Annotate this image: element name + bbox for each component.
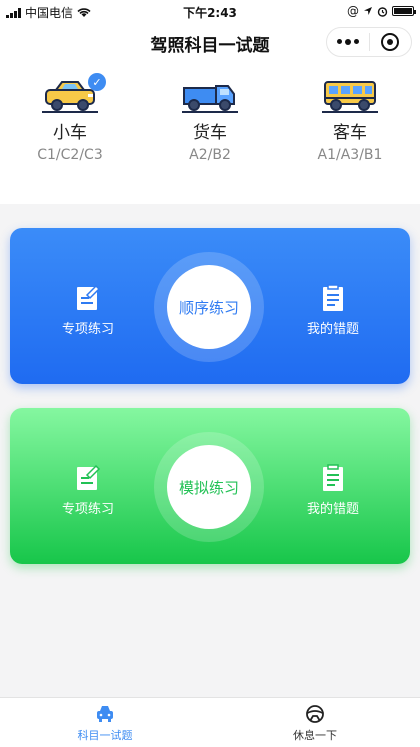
vehicle-license: A1/A3/B1 xyxy=(317,147,383,163)
edit-note-icon xyxy=(77,464,101,490)
special-practice-label: 专项练习 xyxy=(61,502,114,517)
at-icon: @ xyxy=(347,4,359,18)
sequence-practice-card: 专项练习 顺序练习 我的错题 xyxy=(10,228,410,384)
special-practice-button[interactable]: 专项练习 xyxy=(43,284,133,337)
miniprogram-capsule xyxy=(326,27,412,57)
special-practice-button[interactable]: 专项练习 xyxy=(43,464,133,517)
sequence-hub: 顺序练习 xyxy=(154,252,264,362)
tab-bar: 科目一试题 休息一下 xyxy=(0,697,420,747)
vehicle-bus[interactable]: 客车 A1/A3/B1 xyxy=(280,62,420,204)
steering-wheel-icon xyxy=(306,704,324,723)
clipboard-icon xyxy=(323,464,343,491)
selected-check-icon: ✓ xyxy=(88,73,106,91)
truck-icon xyxy=(182,85,238,113)
bus-icon xyxy=(322,81,378,113)
my-mistakes-button[interactable]: 我的错题 xyxy=(288,464,378,517)
vehicle-name: 小车 xyxy=(53,123,87,143)
my-mistakes-label: 我的错题 xyxy=(306,502,359,517)
tab-label: 科目一试题 xyxy=(77,728,133,742)
more-button[interactable] xyxy=(327,28,369,56)
status-bar: 中国电信 下午2:43 @ xyxy=(0,0,420,22)
my-mistakes-button[interactable]: 我的错题 xyxy=(288,284,378,337)
vehicle-name: 客车 xyxy=(333,123,367,143)
tab-exam-questions[interactable]: 科目一试题 xyxy=(0,698,210,747)
more-icon xyxy=(336,39,359,45)
mock-exam-card: 专项练习 模拟练习 我的错题 xyxy=(10,408,410,564)
vehicle-name: 货车 xyxy=(193,123,227,143)
battery-icon xyxy=(392,6,416,16)
status-right: @ xyxy=(347,4,416,18)
location-icon xyxy=(364,7,372,15)
close-miniprogram-button[interactable] xyxy=(370,28,412,56)
vehicle-car[interactable]: ✓ 小车 C1/C2/C3 xyxy=(0,62,140,204)
edit-note-icon xyxy=(77,284,101,310)
tab-label: 休息一下 xyxy=(293,728,337,742)
vehicle-license: C1/C2/C3 xyxy=(37,147,103,163)
target-icon xyxy=(381,33,400,51)
special-practice-label: 专项练习 xyxy=(61,322,114,337)
alarm-icon xyxy=(377,6,388,17)
my-mistakes-label: 我的错题 xyxy=(306,322,359,337)
car-front-icon xyxy=(97,705,113,722)
vehicle-truck[interactable]: 货车 A2/B2 xyxy=(140,62,280,204)
mock-hub: 模拟练习 xyxy=(154,432,264,542)
tab-take-a-break[interactable]: 休息一下 xyxy=(210,698,420,747)
clipboard-icon xyxy=(323,284,343,311)
sequence-practice-button[interactable]: 顺序练习 xyxy=(167,265,251,349)
vehicle-license: A2/B2 xyxy=(189,147,231,163)
mock-exam-button[interactable]: 模拟练习 xyxy=(167,445,251,529)
vehicle-selector: ✓ 小车 C1/C2/C3 货车 A2/B2 客车 A1/A3/B1 xyxy=(0,62,420,204)
nav-bar: 驾照科目一试题 xyxy=(0,22,420,62)
